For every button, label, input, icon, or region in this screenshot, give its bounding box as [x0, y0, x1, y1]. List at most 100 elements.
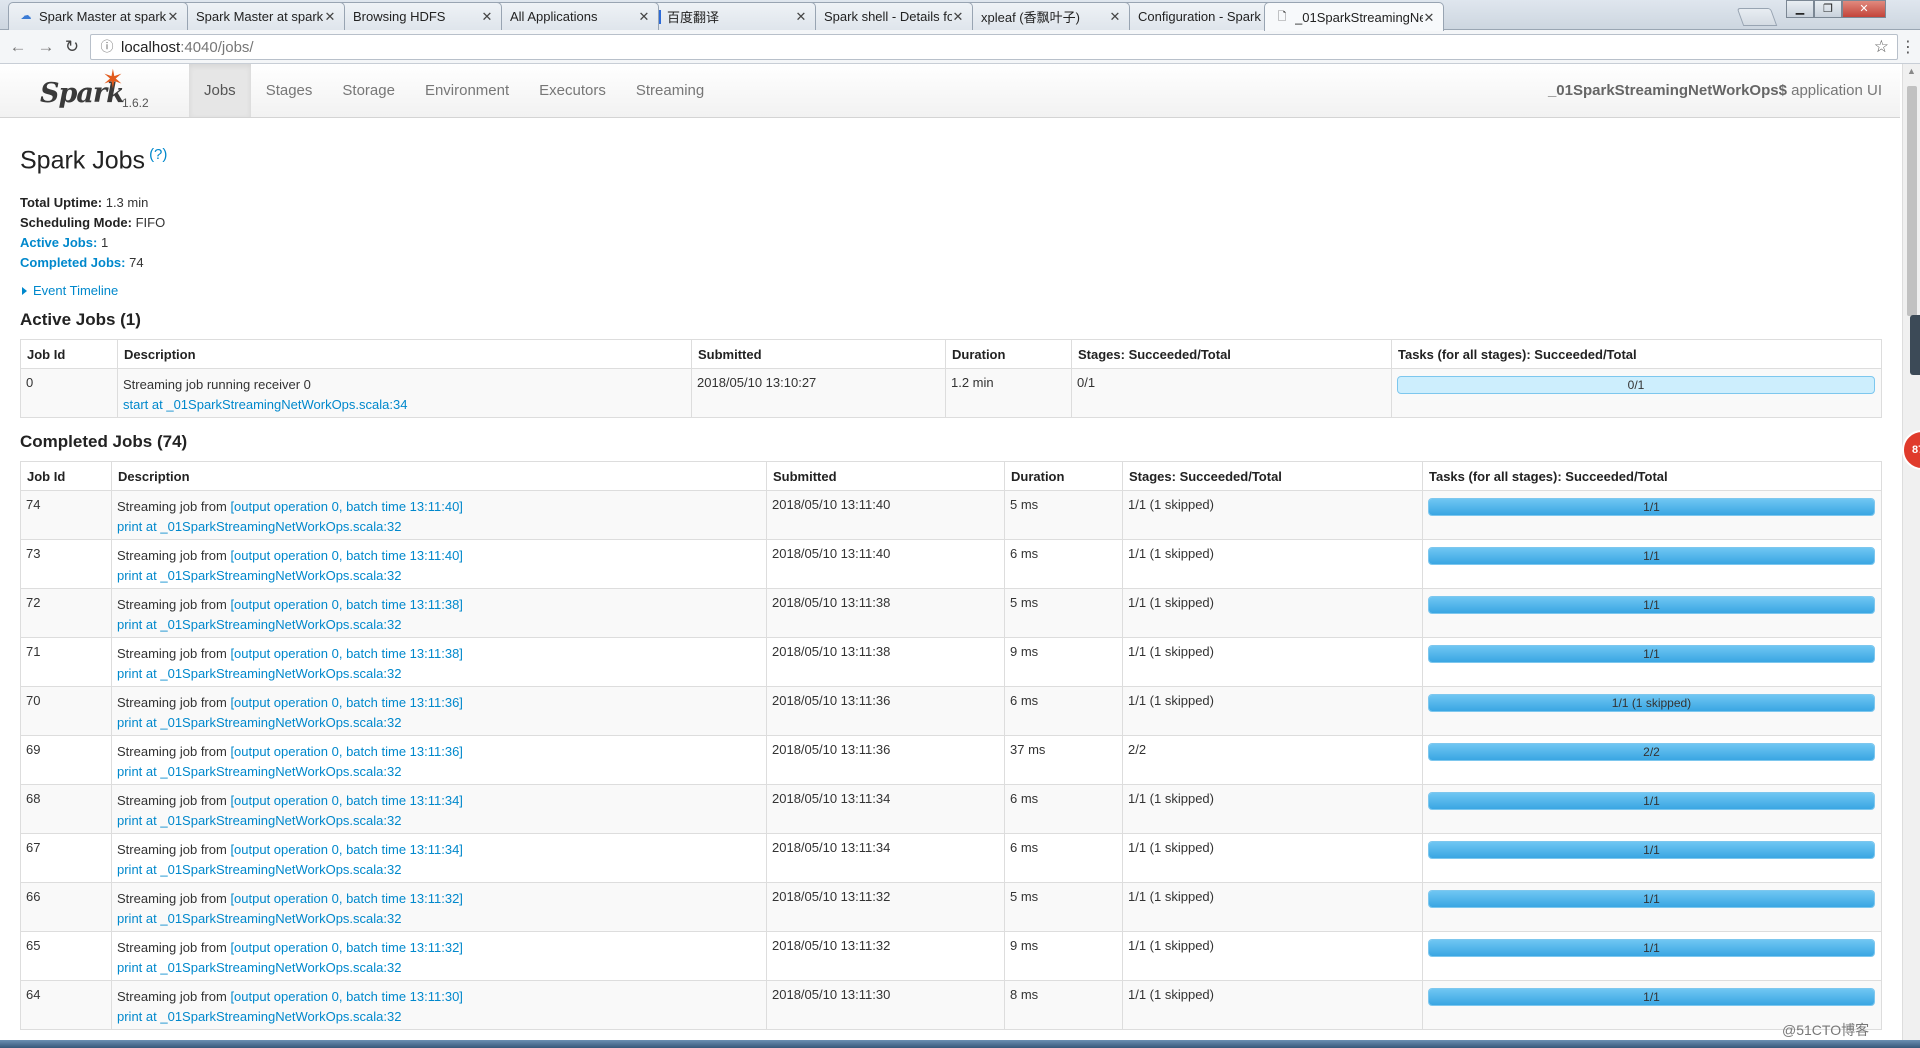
nav-tab-stages[interactable]: Stages	[251, 64, 328, 117]
table-row: 70 Streaming job from [output operation 0…	[20, 686, 1882, 737]
browser-tab[interactable]: ✶Configuration - Spark✕	[1107, 2, 1287, 30]
tab-close-icon[interactable]: ✕	[481, 10, 493, 23]
call-site-link[interactable]: print at _01SparkStreamingNetWorkOps.sca…	[117, 566, 761, 586]
back-icon[interactable]: ←	[8, 37, 28, 57]
tab-close-icon[interactable]: ✕	[1423, 11, 1435, 24]
column-header[interactable]: Duration	[1004, 461, 1123, 492]
tasks-cell: 1/1	[1422, 588, 1882, 639]
call-site-link[interactable]: print at _01SparkStreamingNetWorkOps.sca…	[117, 958, 761, 978]
new-tab-button[interactable]	[1736, 8, 1778, 26]
column-header[interactable]: Tasks (for all stages): Succeeded/Total	[1391, 339, 1882, 370]
call-site-link[interactable]: print at _01SparkStreamingNetWorkOps.sca…	[117, 615, 761, 635]
batch-link[interactable]: [output operation 0, batch time 13:11:32…	[230, 891, 462, 906]
browser-tab[interactable]: 🗋Spark shell - Details fo✕	[793, 2, 973, 30]
vertical-scrollbar[interactable]: ▲	[1902, 64, 1920, 1048]
completed-jobs-link[interactable]: Completed Jobs:	[20, 255, 125, 270]
batch-link[interactable]: [output operation 0, batch time 13:11:34…	[230, 793, 462, 808]
description-prefix: Streaming job from	[117, 842, 231, 858]
column-header[interactable]: Description	[111, 461, 767, 492]
scroll-up-icon[interactable]: ▲	[1907, 66, 1916, 76]
description-cell: Streaming job from [output operation 0, …	[111, 490, 767, 541]
call-site-link[interactable]: print at _01SparkStreamingNetWorkOps.sca…	[117, 713, 761, 733]
call-site-link[interactable]: print at _01SparkStreamingNetWorkOps.sca…	[117, 909, 761, 929]
column-header[interactable]: Job Id	[20, 339, 118, 370]
task-progress-text: 1/1	[1643, 990, 1660, 1005]
batch-link[interactable]: [output operation 0, batch time 13:11:30…	[230, 989, 462, 1004]
call-site-link[interactable]: print at _01SparkStreamingNetWorkOps.sca…	[117, 664, 761, 684]
nav-tab-executors[interactable]: Executors	[524, 64, 621, 117]
tab-close-icon[interactable]: ✕	[324, 10, 336, 23]
column-header[interactable]: Job Id	[20, 461, 112, 492]
stages-cell: 1/1 (1 skipped)	[1122, 784, 1423, 835]
column-header[interactable]: Submitted	[691, 339, 946, 370]
restore-icon[interactable]: ❐	[1814, 0, 1842, 18]
nav-tab-storage[interactable]: Storage	[327, 64, 410, 117]
event-timeline-toggle[interactable]: Event Timeline	[20, 283, 1882, 298]
tab-close-icon[interactable]: ✕	[167, 10, 179, 23]
browser-tab[interactable]: 🗋Browsing HDFS✕	[322, 2, 502, 30]
browser-tab[interactable]: 🗋 _01SparkStreamingNe ✕	[1264, 2, 1444, 31]
tab-close-icon[interactable]: ✕	[638, 10, 650, 23]
forward-icon[interactable]: →	[36, 37, 56, 57]
job-description: Streaming job from [output operation 0, …	[117, 987, 761, 1007]
bookmark-star-icon[interactable]: ☆	[1874, 37, 1889, 57]
column-header[interactable]: Stages: Succeeded/Total	[1071, 339, 1392, 370]
batch-link[interactable]: [output operation 0, batch time 13:11:40…	[230, 548, 462, 563]
browser-tab-title: 百度翻译	[667, 10, 720, 25]
column-header[interactable]: Stages: Succeeded/Total	[1122, 461, 1423, 492]
browser-tab[interactable]: ☁ Spark Master at spark: ✕	[8, 2, 188, 30]
browser-menu-icon[interactable]: ⋮	[1900, 37, 1916, 57]
call-site-link[interactable]: print at _01SparkStreamingNetWorkOps.sca…	[117, 517, 761, 537]
job-id-cell: 0	[20, 368, 118, 419]
batch-link[interactable]: [output operation 0, batch time 13:11:32…	[230, 940, 462, 955]
browser-tab-title: xpleaf (香飘叶子)	[981, 10, 1080, 25]
column-header[interactable]: Submitted	[766, 461, 1005, 492]
page-content: Spark Jobs (?) Total Uptime: 1.3 min Sche…	[20, 118, 1882, 1031]
submitted-cell: 2018/05/10 13:11:36	[766, 735, 1005, 786]
spark-logo[interactable]: Spark ✶ 1.6.2	[40, 64, 160, 114]
column-header[interactable]: Duration	[945, 339, 1072, 370]
task-progress-text: 1/1 (1 skipped)	[1611, 696, 1692, 711]
help-link[interactable]: (?)	[149, 146, 167, 163]
task-progress-bar: 1/1	[1428, 988, 1875, 1007]
scrollbar-thumb[interactable]	[1907, 86, 1917, 316]
nav-tab-jobs[interactable]: Jobs	[189, 64, 251, 117]
duration-cell: 5 ms	[1004, 490, 1123, 541]
close-window-icon[interactable]: ✕	[1842, 0, 1886, 18]
tab-close-icon[interactable]: ✕	[1109, 10, 1121, 23]
batch-link[interactable]: [output operation 0, batch time 13:11:36…	[230, 744, 462, 759]
browser-tab[interactable]: 🗋Spark Master at spark:✕	[165, 2, 345, 30]
call-site-link[interactable]: print at _01SparkStreamingNetWorkOps.sca…	[117, 811, 761, 831]
call-site-link[interactable]: start at _01SparkStreamingNetWorkOps.sca…	[123, 395, 686, 415]
stages-cell: 1/1 (1 skipped)	[1122, 882, 1423, 933]
reload-icon[interactable]: ↻	[62, 37, 82, 57]
call-site-link[interactable]: print at _01SparkStreamingNetWorkOps.sca…	[117, 1007, 761, 1027]
table-row: 0 Streaming job running receiver 0 start a…	[20, 368, 1882, 419]
submitted-cell: 2018/05/10 13:11:40	[766, 539, 1005, 590]
active-jobs-link[interactable]: Active Jobs:	[20, 235, 97, 250]
side-widget-tab[interactable]	[1910, 315, 1920, 375]
call-site-link[interactable]: print at _01SparkStreamingNetWorkOps.sca…	[117, 860, 761, 880]
minimize-icon[interactable]: ▁	[1786, 0, 1814, 18]
tab-close-icon[interactable]: ✕	[795, 10, 807, 23]
browser-tab[interactable]: ●xpleaf (香飘叶子)✕	[950, 2, 1130, 30]
batch-link[interactable]: [output operation 0, batch time 13:11:40…	[230, 499, 462, 514]
job-id-cell: 67	[20, 833, 112, 884]
tab-close-icon[interactable]: ✕	[952, 10, 964, 23]
description-prefix: Streaming job from	[117, 646, 231, 662]
nav-tab-environment[interactable]: Environment	[410, 64, 524, 117]
address-bar[interactable]: ⓘ localhost:4040/jobs/ ☆	[90, 34, 1898, 60]
batch-link[interactable]: [output operation 0, batch time 13:11:38…	[230, 597, 462, 612]
page-info-icon[interactable]: ⓘ	[99, 39, 115, 55]
batch-link[interactable]: [output operation 0, batch time 13:11:36…	[230, 695, 462, 710]
column-header[interactable]: Description	[117, 339, 692, 370]
browser-tab[interactable]: 🗋All Applications✕	[479, 2, 659, 30]
os-taskbar	[0, 1040, 1920, 1048]
batch-link[interactable]: [output operation 0, batch time 13:11:34…	[230, 842, 462, 857]
description-cell: Streaming job from [output operation 0, …	[111, 784, 767, 835]
column-header[interactable]: Tasks (for all stages): Succeeded/Total	[1422, 461, 1882, 492]
browser-tab[interactable]: 译百度翻译✕	[636, 2, 816, 30]
batch-link[interactable]: [output operation 0, batch time 13:11:38…	[230, 646, 462, 661]
call-site-link[interactable]: print at _01SparkStreamingNetWorkOps.sca…	[117, 762, 761, 782]
nav-tab-streaming[interactable]: Streaming	[621, 64, 719, 117]
